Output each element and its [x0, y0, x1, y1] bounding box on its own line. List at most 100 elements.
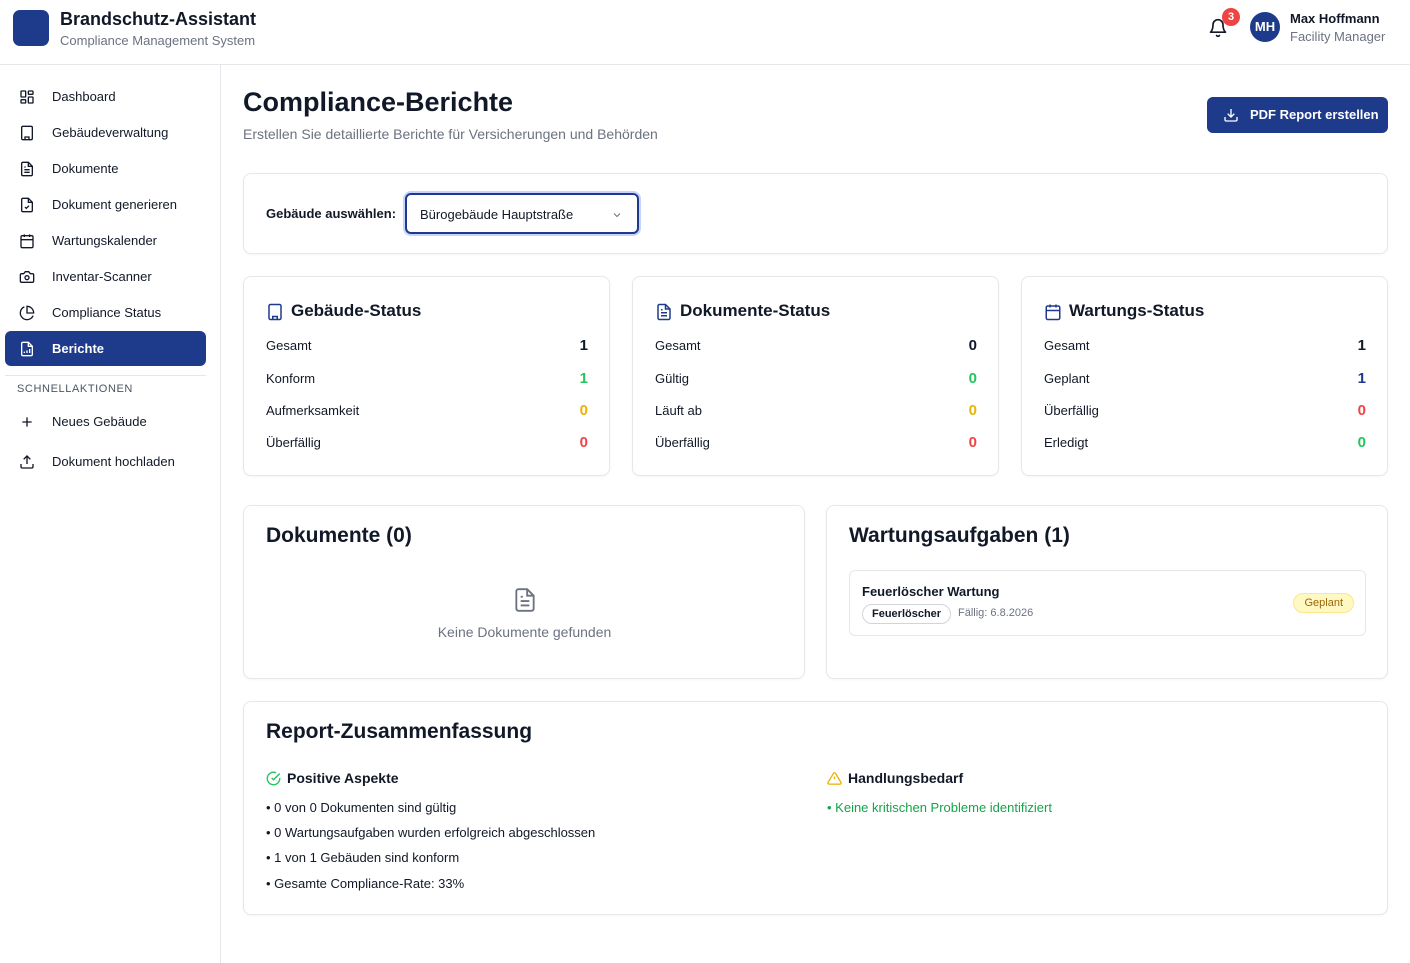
chevron-down-icon — [613, 213, 621, 218]
maintenance-status-card: Wartungs-Status Gesamt 1 Geplant 1 Überfäl… — [1021, 276, 1388, 476]
stat-label: Konform — [266, 371, 316, 386]
documents-empty-text: Keine Dokumente gefunden — [437, 624, 612, 640]
building-icon — [21, 125, 33, 141]
positive-aspect-item: • Gesamte Compliance-Rate: 33% — [266, 876, 465, 891]
sidebar: Dashboard Gebäudeverwaltung Dokumente Do… — [0, 65, 221, 963]
camera-icon — [19, 271, 35, 283]
dashboard-icon — [20, 90, 34, 104]
positive-aspect-item: • 1 von 1 Gebäuden sind konform — [266, 850, 460, 865]
stat-value: 1 — [579, 370, 588, 387]
quick-action-label: Dokument hochladen — [52, 454, 175, 469]
sidebar-item-label: Dokument generieren — [52, 197, 178, 212]
sidebar-item-label: Inventar-Scanner — [52, 269, 152, 284]
stat-label: Gültig — [655, 371, 689, 386]
stat-label: Läuft ab — [655, 403, 702, 418]
building-icon — [268, 303, 282, 321]
sidebar-item-berichte[interactable]: Berichte — [5, 331, 206, 366]
documents-card: Dokumente (0) Keine Dokumente gefunden — [243, 505, 805, 679]
sidebar-item-dokumente[interactable]: Dokumente — [5, 151, 206, 186]
calendar-icon — [1045, 304, 1061, 321]
building-select-label: Gebäude auswählen: — [266, 206, 397, 221]
app-title: Brandschutz-Assistant — [60, 9, 257, 29]
building-status-card: Gebäude-Status Gesamt 1 Konform 1 Aufmerks… — [243, 276, 610, 476]
maintenance-tasks-card: Wartungsaufgaben (1) Feuerlöscher Wartun… — [826, 505, 1388, 679]
download-icon — [1224, 109, 1238, 122]
stat-value: 0 — [579, 402, 588, 419]
stat-value: 0 — [579, 434, 588, 451]
create-pdf-report-button[interactable]: PDF Report erstellen — [1207, 97, 1388, 133]
sidebar-item-gebaeudeverwaltung[interactable]: Gebäudeverwaltung — [5, 115, 206, 150]
quick-action-new-building[interactable]: Neues Gebäude — [5, 404, 206, 439]
sidebar-item-label: Dokumente — [52, 161, 119, 176]
sidebar-divider — [5, 375, 206, 376]
stat-value: 0 — [968, 370, 977, 387]
plus-icon — [22, 417, 32, 427]
pie-chart-icon — [19, 305, 35, 321]
document-icon — [21, 161, 33, 177]
task-due-date: Fällig: 6.8.2026 — [958, 607, 1034, 619]
sidebar-item-label: Berichte — [52, 341, 105, 356]
upload-icon — [20, 455, 34, 469]
calendar-icon — [20, 234, 34, 249]
stat-label: Gesamt — [266, 338, 312, 353]
sidebar-item-dokument-generieren[interactable]: Dokument generieren — [5, 187, 206, 222]
stat-card-title: Wartungs-Status — [1069, 301, 1205, 320]
quick-action-label: Neues Gebäude — [52, 414, 147, 429]
stat-label: Überfällig — [266, 435, 321, 450]
stat-value: 1 — [1357, 370, 1366, 387]
page-subtitle: Erstellen Sie detaillierte Berichte für … — [243, 126, 658, 142]
stat-value: 0 — [1357, 402, 1366, 419]
maintenance-task-item[interactable]: Feuerlöscher Wartung Feuerlöscher Fällig… — [849, 570, 1366, 636]
stat-label: Erledigt — [1044, 435, 1089, 450]
stat-label: Aufmerksamkeit — [266, 403, 360, 418]
building-select-card: Gebäude auswählen: Bürogebäude Hauptstra… — [243, 173, 1388, 254]
app-header: Brandschutz-Assistant Compliance Managem… — [0, 0, 1410, 65]
report-summary-title: Report-Zusammenfassung — [266, 720, 533, 743]
positive-aspect-item: • 0 Wartungsaufgaben wurden erfolgreich … — [266, 825, 596, 840]
avatar[interactable]: MH — [1250, 12, 1280, 42]
sidebar-item-inventar-scanner[interactable]: Inventar-Scanner — [5, 259, 206, 294]
building-select[interactable]: Bürogebäude Hauptstraße — [405, 193, 639, 234]
warning-icon — [827, 772, 842, 785]
sidebar-item-label: Compliance Status — [52, 305, 162, 320]
stat-value: 1 — [579, 337, 588, 354]
status-badge: Geplant — [1293, 593, 1354, 613]
stat-label: Geplant — [1044, 371, 1090, 386]
user-role: Facility Manager — [1290, 29, 1386, 44]
app-subtitle: Compliance Management System — [60, 33, 256, 48]
sidebar-item-compliance-status[interactable]: Compliance Status — [5, 295, 206, 330]
sidebar-item-label: Dashboard — [52, 89, 116, 104]
quick-action-upload-document[interactable]: Dokument hochladen — [5, 444, 206, 479]
page-title: Compliance-Berichte — [243, 87, 514, 117]
maintenance-tasks-title: Wartungsaufgaben (1) — [849, 524, 1070, 547]
document-icon — [515, 588, 535, 612]
report-summary-card: Report-Zusammenfassung Positive Aspekte … — [243, 701, 1388, 915]
document-generate-icon — [21, 197, 33, 213]
documents-status-card: Dokumente-Status Gesamt 0 Gültig 0 Läuft a… — [632, 276, 999, 476]
task-title: Feuerlöscher Wartung — [862, 584, 1000, 599]
stat-label: Gesamt — [655, 338, 701, 353]
stat-label: Gesamt — [1044, 338, 1090, 353]
positive-aspects-title: Positive Aspekte — [287, 770, 399, 786]
building-select-value: Bürogebäude Hauptstraße — [420, 207, 574, 222]
app-logo — [13, 10, 49, 46]
stat-card-title: Dokumente-Status — [680, 301, 831, 320]
sidebar-item-dashboard[interactable]: Dashboard — [5, 79, 206, 114]
stat-value: 0 — [1357, 434, 1366, 451]
user-name: Max Hoffmann — [1290, 11, 1380, 26]
stat-label: Überfällig — [1044, 403, 1099, 418]
task-category-badge: Feuerlöscher — [862, 604, 952, 624]
stat-label: Überfällig — [655, 435, 710, 450]
documents-title: Dokumente (0) — [266, 524, 412, 547]
stat-card-title: Gebäude-Status — [291, 301, 422, 320]
stat-value: 0 — [968, 337, 977, 354]
stat-value: 1 — [1357, 337, 1366, 354]
check-circle-icon — [266, 771, 281, 786]
action-needed-title: Handlungsbedarf — [848, 770, 964, 786]
action-needed-item: • Keine kritischen Probleme identifizier… — [827, 800, 1052, 815]
quick-actions-title: SCHNELLAKTIONEN — [17, 383, 133, 395]
sidebar-item-label: Wartungskalender — [52, 233, 158, 248]
sidebar-item-wartungskalender[interactable]: Wartungskalender — [5, 223, 206, 258]
create-pdf-report-label: PDF Report erstellen — [1250, 107, 1379, 122]
stat-value: 0 — [968, 402, 977, 419]
